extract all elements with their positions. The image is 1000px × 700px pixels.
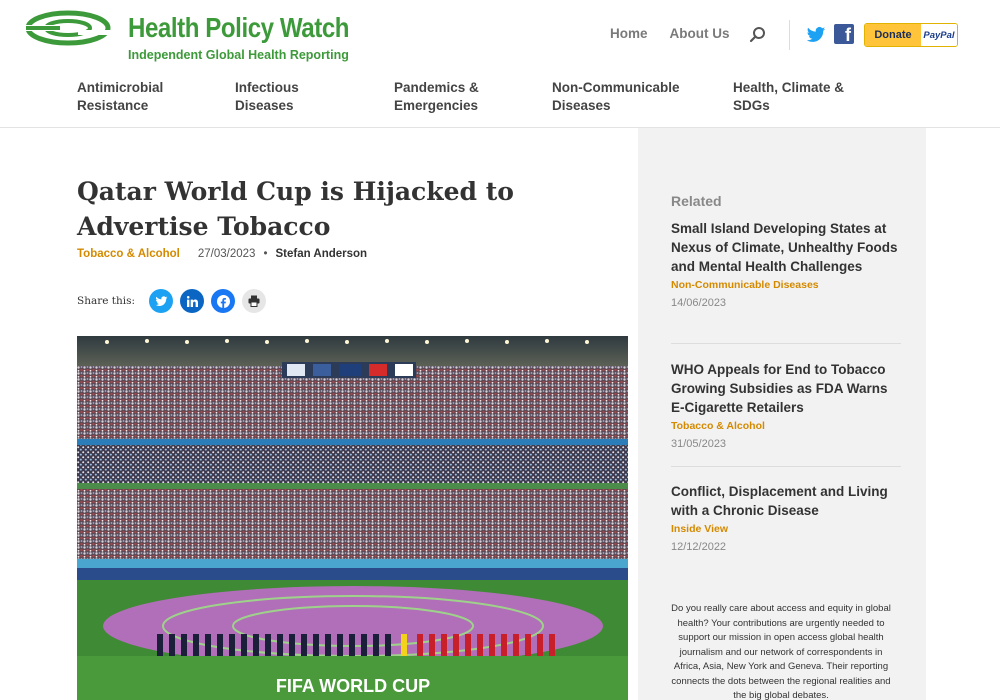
category-label: Resistance	[77, 98, 149, 113]
logo-mark-icon	[24, 10, 114, 46]
category-pandemics-emergencies[interactable]: Pandemics & Emergencies	[394, 79, 479, 115]
category-label: SDGs	[733, 98, 770, 113]
category-label: Diseases	[552, 98, 611, 113]
twitter-icon[interactable]	[806, 25, 826, 45]
article-date: 27/03/2023	[197, 248, 256, 260]
top-navigation: Home About Us	[610, 26, 752, 41]
share-linkedin-button[interactable]	[180, 289, 205, 313]
related-category[interactable]: Non-Communicable Diseases	[671, 279, 901, 291]
divider	[671, 466, 901, 467]
facebook-icon[interactable]: f	[834, 24, 854, 44]
related-date: 14/06/2023	[671, 297, 727, 309]
site-header: Health Policy Watch Independent Global H…	[0, 0, 1000, 128]
linkedin-icon	[186, 295, 198, 307]
related-title[interactable]: WHO Appeals for End to Tobacco Growing S…	[671, 360, 901, 417]
support-appeal-text: Do you really care about access and equi…	[671, 603, 891, 700]
print-icon	[248, 295, 260, 307]
search-icon[interactable]	[749, 26, 767, 44]
category-health-climate-sdgs[interactable]: Health, Climate & SDGs	[733, 79, 844, 115]
category-label: Diseases	[235, 98, 294, 113]
related-item[interactable]: WHO Appeals for End to Tobacco Growing S…	[671, 360, 901, 450]
related-item[interactable]: Conflict, Displacement and Living with a…	[671, 482, 901, 553]
category-infectious-diseases[interactable]: Infectious Diseases	[235, 79, 299, 115]
paypal-label: PayPal	[921, 24, 957, 46]
share-label: Share this:	[77, 295, 136, 307]
related-category[interactable]: Inside View	[671, 523, 901, 535]
site-tagline: Independent Global Health Reporting	[128, 48, 349, 62]
nav-divider	[789, 20, 790, 50]
share-bar: Share this:	[77, 288, 273, 314]
sidebar: Related Small Island Developing States a…	[638, 128, 926, 700]
article-category-link[interactable]: Tobacco & Alcohol	[77, 248, 180, 260]
category-non-communicable-diseases[interactable]: Non-Communicable Diseases	[552, 79, 680, 115]
site-name: Health Policy Watch	[128, 12, 350, 43]
donate-button[interactable]: Donate PayPal	[864, 23, 958, 47]
meta-separator: •	[263, 248, 268, 260]
category-label: Emergencies	[394, 98, 479, 113]
divider	[671, 343, 901, 344]
donate-label: Donate	[865, 24, 921, 46]
stadium-photo: FIFA WORLD CUP	[77, 336, 628, 700]
related-title[interactable]: Small Island Developing States at Nexus …	[671, 219, 901, 276]
related-date: 12/12/2022	[671, 541, 727, 553]
category-label: Health, Climate &	[733, 80, 845, 95]
related-title[interactable]: Conflict, Displacement and Living with a…	[671, 482, 901, 520]
category-label: Antimicrobial	[77, 80, 164, 95]
category-label: Non-Communicable	[552, 80, 680, 95]
facebook-icon	[216, 294, 230, 308]
category-label: Pandemics &	[394, 80, 479, 95]
category-antimicrobial-resistance[interactable]: Antimicrobial Resistance	[77, 79, 163, 115]
twitter-icon	[155, 295, 168, 306]
related-item[interactable]: Small Island Developing States at Nexus …	[671, 219, 901, 309]
nav-about-us[interactable]: About Us	[670, 26, 730, 41]
article-author-link[interactable]: Stefan Anderson	[275, 248, 367, 260]
article-meta: Tobacco & Alcohol 27/03/2023 • Stefan An…	[77, 248, 367, 260]
related-date: 31/05/2023	[671, 438, 727, 450]
category-navigation: Antimicrobial Resistance Infectious Dise…	[0, 79, 1000, 119]
article-hero-image: FIFA WORLD CUP	[77, 336, 628, 700]
print-button[interactable]	[242, 289, 267, 313]
site-logo[interactable]: Health Policy Watch Independent Global H…	[24, 6, 350, 66]
related-category[interactable]: Tobacco & Alcohol	[671, 420, 901, 432]
stadium-banner-text: FIFA WORLD CUP	[276, 676, 430, 696]
nav-home[interactable]: Home	[610, 26, 648, 41]
share-facebook-button[interactable]	[211, 289, 236, 313]
article-title: Qatar World Cup is Hijacked to Advertise…	[77, 177, 514, 241]
related-heading: Related	[671, 193, 722, 209]
share-twitter-button[interactable]	[149, 289, 174, 313]
category-label: Infectious	[235, 80, 299, 95]
